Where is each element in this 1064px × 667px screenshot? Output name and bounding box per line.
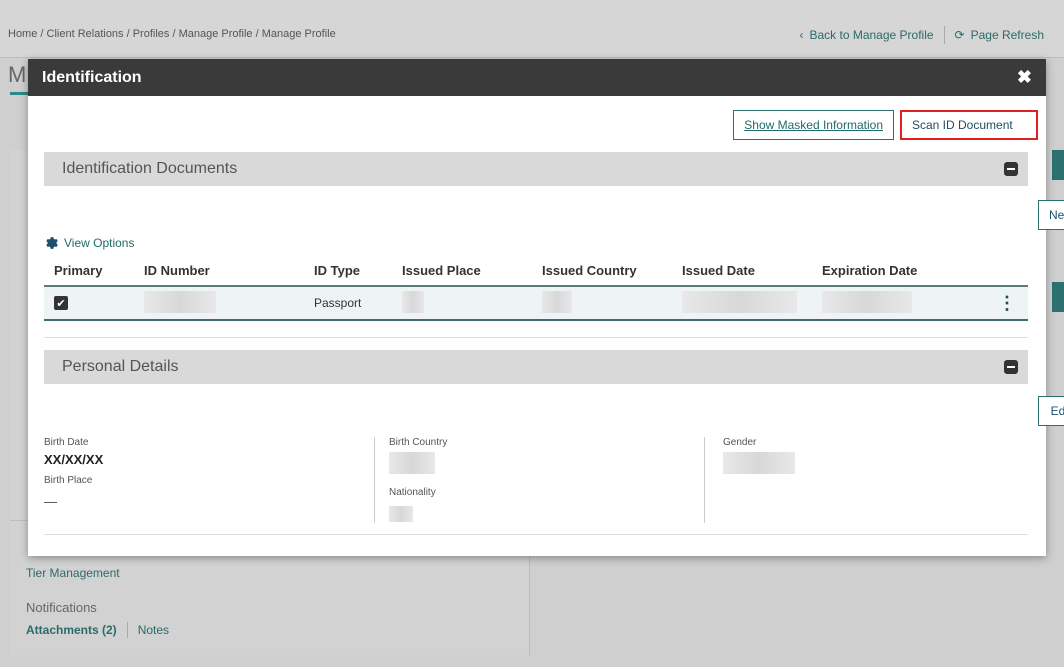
country-column: Birth Country Nationality	[374, 437, 704, 523]
column-header[interactable]: Primary	[44, 263, 134, 278]
attachments-bar: Attachments (2) Notes	[26, 622, 169, 638]
actions-cell: ⋮	[982, 294, 1028, 312]
birth-column: Birth Date XX/XX/XX Birth Place —	[44, 437, 374, 523]
issued-place-cell	[402, 290, 542, 316]
divider	[126, 622, 128, 638]
masked-value	[542, 290, 572, 313]
scan-id-document-button[interactable]: Scan ID Document	[900, 110, 1038, 140]
divider	[44, 534, 1028, 535]
table-row[interactable]: ✔ Passport ⋮	[44, 287, 1028, 321]
title-underline	[10, 92, 28, 95]
checkbox-checked-icon[interactable]: ✔	[54, 296, 68, 310]
masked-value	[402, 290, 424, 313]
birth-date-value: XX/XX/XX	[44, 452, 104, 467]
masked-value	[144, 290, 216, 313]
notes-tab[interactable]: Notes	[138, 623, 169, 637]
attachments-tab[interactable]: Attachments (2)	[26, 623, 117, 637]
side-tab[interactable]	[1052, 282, 1064, 312]
masked-value	[723, 452, 795, 474]
top-bar: Home / Client Relations / Profiles / Man…	[0, 0, 1064, 58]
action-row: Show Masked Information Scan ID Document	[733, 110, 1038, 140]
birth-place-value: —	[44, 494, 57, 509]
gear-icon	[46, 237, 58, 249]
section-title: Personal Details	[62, 358, 179, 375]
side-tab[interactable]	[1052, 150, 1064, 180]
view-options-label: View Options	[64, 236, 135, 250]
id-number-cell	[134, 290, 314, 316]
column-header[interactable]: Expiration Date	[822, 263, 982, 278]
masked-value	[682, 290, 797, 313]
notifications-heading: Notifications	[26, 600, 97, 615]
issued-country-cell	[542, 290, 682, 316]
top-links: ‹ Back to Manage Profile ⟳ Page Refresh	[789, 26, 1054, 44]
primary-cell: ✔	[44, 296, 134, 310]
column-header[interactable]: Issued Date	[682, 263, 822, 278]
collapse-icon[interactable]	[1004, 162, 1018, 176]
personal-details-grid: Birth Date XX/XX/XX Birth Place — Birth …	[44, 437, 1028, 523]
view-options-link[interactable]: View Options	[44, 236, 134, 250]
breadcrumb[interactable]: Home / Client Relations / Profiles / Man…	[8, 28, 336, 40]
tier-management-link[interactable]: Tier Management	[26, 566, 120, 580]
modal-title: Identification	[42, 68, 142, 86]
edit-button[interactable]: Edit	[1038, 396, 1064, 426]
nationality-label: Nationality	[389, 487, 436, 498]
page-title: M	[8, 62, 27, 87]
page-refresh-link[interactable]: ⟳ Page Refresh	[945, 28, 1054, 42]
masked-value	[389, 506, 413, 522]
column-header[interactable]: Issued Place	[402, 263, 542, 278]
show-masked-information-button[interactable]: Show Masked Information	[733, 110, 894, 140]
new-button[interactable]: New	[1038, 200, 1064, 230]
gender-column: Gender	[704, 437, 1028, 523]
kebab-menu-icon[interactable]: ⋮	[998, 294, 1016, 312]
masked-value	[822, 290, 912, 313]
birth-place-label: Birth Place	[44, 475, 93, 486]
masked-value	[389, 452, 435, 474]
birth-country-label: Birth Country	[389, 437, 448, 448]
identification-documents-header[interactable]: Identification Documents	[44, 152, 1028, 186]
collapse-icon[interactable]	[1004, 360, 1018, 374]
expiration-date-cell	[822, 290, 982, 316]
column-header[interactable]: ID Number	[134, 263, 314, 278]
divider	[44, 337, 1028, 338]
column-header[interactable]: Issued Country	[542, 263, 682, 278]
id-type-cell: Passport	[314, 296, 362, 310]
modal-header: Identification ✖	[28, 59, 1046, 96]
issued-date-cell	[682, 290, 822, 316]
section-title: Identification Documents	[62, 160, 238, 177]
personal-details-header[interactable]: Personal Details	[44, 350, 1028, 384]
back-to-manage-profile-link[interactable]: ‹ Back to Manage Profile	[789, 28, 943, 42]
column-header[interactable]: ID Type	[314, 263, 402, 278]
identification-modal: Identification ✖ Show Masked Information…	[28, 59, 1064, 556]
refresh-icon: ⟳	[954, 28, 965, 42]
close-icon[interactable]: ✖	[1017, 67, 1032, 88]
identification-table: Primary ID Number ID Type Issued Place I…	[44, 255, 1028, 321]
gender-label: Gender	[723, 437, 757, 448]
table-header: Primary ID Number ID Type Issued Place I…	[44, 255, 1028, 287]
chevron-left-icon: ‹	[799, 28, 804, 42]
birth-date-label: Birth Date	[44, 437, 89, 448]
